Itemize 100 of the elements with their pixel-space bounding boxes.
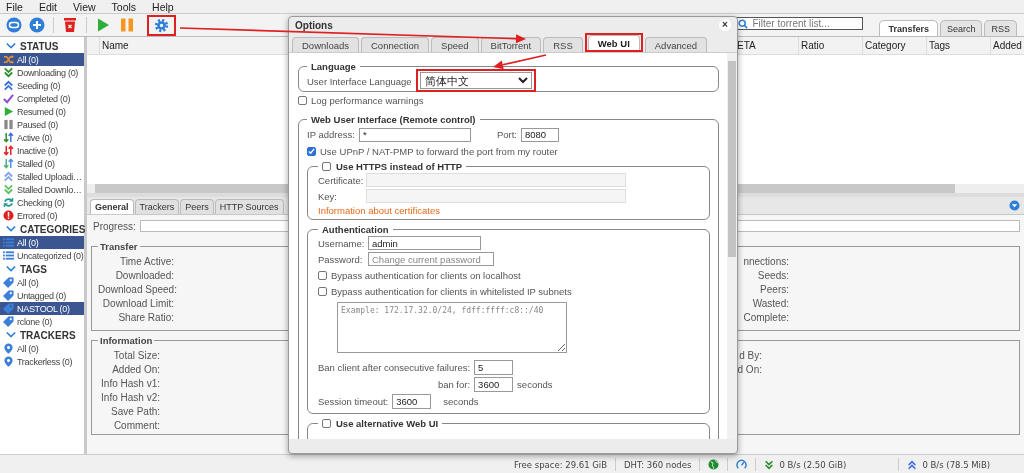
sidebar-item[interactable]: All (0): [0, 53, 84, 66]
chevrons-up-icon: [3, 171, 14, 182]
menu-item[interactable]: Tools: [109, 0, 145, 13]
group-title: Use alternative Web UI: [336, 418, 439, 429]
field-label: Info Hash v2:: [100, 391, 160, 403]
menu-item[interactable]: Help: [150, 0, 182, 13]
field-label: User Interface Language: [307, 75, 412, 87]
sidebar-item[interactable]: Uncategorized (0): [0, 249, 84, 262]
checkbox[interactable]: [322, 419, 331, 428]
column-header[interactable]: Tags: [929, 40, 951, 51]
field-label: Port:: [496, 129, 517, 140]
sidebar-item[interactable]: Stalled (0): [0, 157, 84, 170]
tab[interactable]: Web UI: [587, 35, 640, 50]
sidebar-item[interactable]: Trackerless (0): [0, 355, 84, 368]
checkbox[interactable]: [318, 270, 327, 280]
column-header[interactable]: ETA: [737, 40, 756, 51]
tab[interactable]: HTTP Sources: [214, 199, 284, 214]
input-field[interactable]: *: [358, 127, 471, 142]
chevron-down-icon[interactable]: [6, 264, 16, 274]
field-label: nnections:: [742, 255, 789, 267]
filter-field[interactable]: Filter torrent list...: [735, 17, 864, 30]
tab[interactable]: BitTorrent: [480, 37, 542, 52]
sidebar-item[interactable]: Checking (0): [0, 196, 84, 209]
checkbox[interactable]: [298, 95, 307, 105]
menu-item[interactable]: Edit: [36, 0, 65, 13]
vertical-scrollbar[interactable]: [727, 53, 737, 439]
sidebar-item[interactable]: Resumed (0): [0, 105, 84, 118]
sidebar-item[interactable]: Downloading (0): [0, 66, 84, 79]
tab[interactable]: Advanced: [644, 37, 708, 52]
chevrons-up-icon: [907, 459, 918, 470]
settings-icon[interactable]: [154, 17, 169, 33]
tab[interactable]: Peers: [180, 199, 214, 214]
globe-icon[interactable]: [708, 459, 720, 470]
sidebar-item[interactable]: Active (0): [0, 131, 84, 144]
sidebar-item[interactable]: Untagged (0): [0, 289, 84, 302]
column-header[interactable]: Added: [993, 40, 1022, 51]
sidebar-item[interactable]: NASTOOL (0): [0, 302, 84, 315]
section-title: TAGS: [20, 263, 48, 275]
chevrons-down-icon: [3, 184, 14, 195]
column-header[interactable]: Ratio: [801, 40, 825, 51]
sidebar-item[interactable]: rclone (0): [0, 315, 84, 328]
sidebar-item[interactable]: Seeding (0): [0, 79, 84, 92]
language-select[interactable]: 简体中文: [419, 72, 532, 89]
chevron-down-icon[interactable]: [6, 41, 16, 51]
tab[interactable]: Trackers: [134, 199, 180, 214]
tab[interactable]: Speed: [431, 37, 479, 52]
sidebar-item[interactable]: Stalled Downlo…: [0, 183, 84, 196]
section-title: TRACKERS: [20, 329, 76, 341]
checkbox[interactable]: [322, 162, 331, 171]
input-field[interactable]: 8080: [520, 127, 559, 142]
column-header[interactable]: Category: [865, 40, 906, 51]
sidebar-item[interactable]: All (0): [0, 342, 84, 355]
sidebar-item[interactable]: All (0): [0, 236, 84, 249]
sidebar-item[interactable]: Completed (0): [0, 92, 84, 105]
chevron-down-icon[interactable]: [6, 330, 16, 340]
tab[interactable]: Downloads: [292, 37, 359, 52]
play-icon: [3, 106, 14, 117]
dht-text: DHT: 360 nodes: [624, 459, 692, 470]
tab[interactable]: RSS: [543, 37, 583, 52]
sidebar-item[interactable]: All (0): [0, 276, 84, 289]
input-field[interactable]: admin: [368, 236, 481, 250]
input-field[interactable]: 5: [474, 360, 514, 375]
section-title: CATEGORIES: [20, 223, 86, 235]
chevron-down-icon[interactable]: [6, 224, 16, 234]
tab[interactable]: Connection: [361, 37, 430, 52]
tab[interactable]: Search: [939, 20, 983, 36]
info-link[interactable]: Information about certificates: [318, 205, 440, 216]
play-icon[interactable]: [95, 17, 111, 33]
field-label: Total Size:: [112, 349, 160, 361]
link-icon[interactable]: [6, 17, 22, 33]
checkbox[interactable]: [307, 146, 316, 156]
sidebar-item[interactable]: Paused (0): [0, 118, 84, 131]
shuffle-icon: [3, 54, 14, 65]
speedometer-icon[interactable]: [736, 459, 748, 470]
checkbox[interactable]: [318, 286, 327, 296]
input-field[interactable]: Change current password: [368, 252, 494, 266]
sidebar-item[interactable]: Errored (0): [0, 209, 84, 222]
menu-item[interactable]: View: [71, 0, 104, 13]
sidebar-item[interactable]: Inactive (0): [0, 144, 84, 157]
subnets-field[interactable]: Example: 172.17.32.0/24, fdff:ffff:c8::/40: [337, 302, 567, 353]
pause-icon: [3, 119, 14, 130]
tag-icon: [3, 303, 14, 314]
list-icon: [3, 237, 14, 248]
tab[interactable]: General: [90, 199, 134, 214]
collapse-icon[interactable]: [1009, 200, 1020, 211]
input-field[interactable]: 3600: [474, 377, 514, 392]
tab[interactable]: RSS: [984, 20, 1017, 36]
add-icon[interactable]: [29, 17, 45, 33]
input-field[interactable]: 3600: [392, 393, 432, 409]
field-label: Share Ratio:: [117, 311, 174, 323]
pin-icon: [3, 343, 14, 354]
chevrons-down-icon: [764, 459, 775, 470]
pause-icon[interactable]: [119, 17, 135, 33]
close-button[interactable]: ×: [719, 19, 731, 31]
sidebar-item[interactable]: Stalled Uploadi…: [0, 170, 84, 183]
field-label: Download Speed:: [98, 283, 174, 295]
menu-item[interactable]: File: [4, 0, 31, 13]
trash-icon[interactable]: [62, 17, 78, 33]
tab[interactable]: Transfers: [879, 20, 938, 36]
column-header[interactable]: Name: [102, 40, 129, 51]
